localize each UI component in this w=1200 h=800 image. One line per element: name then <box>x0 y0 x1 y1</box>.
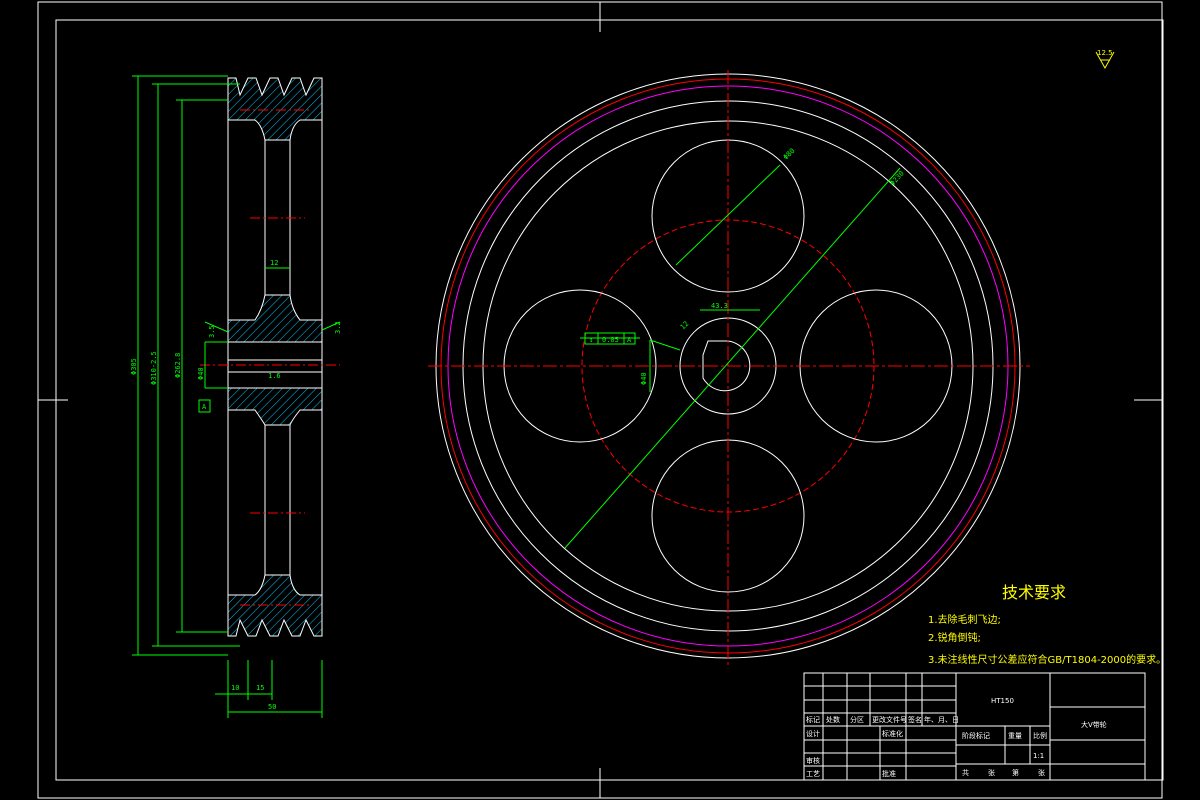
row-process: 工艺 <box>806 770 820 778</box>
approve-label: 批准 <box>882 769 896 778</box>
sheet-unit-1: 张 <box>988 768 995 777</box>
dim-groove-1: 10 <box>231 684 239 692</box>
dim-outer: Φ305 <box>130 358 138 375</box>
dim-keyway: 1.6 <box>268 372 281 380</box>
weight-label: 重量 <box>1008 732 1022 740</box>
row-review: 审核 <box>806 756 820 765</box>
tech-req-item-2: 2.锐角倒钝; <box>928 631 981 644</box>
std-label: 标准化 <box>882 729 903 738</box>
roughness-symbol: 12.5 <box>1095 49 1115 70</box>
rim-top-section <box>227 77 323 141</box>
dim-r2: 3.2 <box>334 321 342 334</box>
datum-a: A <box>202 403 207 411</box>
dim-hub: Φ262.8 <box>174 353 182 378</box>
dim-bolt-circle: Φ230 <box>889 169 906 187</box>
scale-value: 1:1 <box>1033 752 1044 760</box>
sheet-unit-2: 张 <box>1038 768 1045 777</box>
stage-label: 阶段标记 <box>962 731 990 740</box>
hdr-count: 处数 <box>826 715 840 724</box>
hub-bottom-section <box>227 387 323 426</box>
dim-hole-dia: Φ80 <box>782 147 797 162</box>
dim-total-width: 50 <box>268 703 276 711</box>
roughness-value: 12.5 <box>1097 49 1113 57</box>
hdr-doc: 更改文件号 <box>872 715 907 724</box>
tech-req-item-1: 1.去除毛刺飞边; <box>928 613 1001 626</box>
side-view: Φ305 Φ310-2.5 Φ262.8 Φ40 12 10 15 50 3.5… <box>130 75 342 718</box>
dim-bore: Φ40 <box>197 367 205 380</box>
sheet-total: 共 <box>962 768 969 777</box>
hdr-zone: 分区 <box>850 715 864 724</box>
material: HT150 <box>991 697 1014 705</box>
hdr-mark: 标记 <box>806 715 820 724</box>
dim-web: 12 <box>270 259 278 267</box>
cad-drawing-canvas: 12.5 Φ305 Φ310-2.5 Φ262.8 Φ40 12 10 15 5… <box>37 1 1166 799</box>
tol-symbol: ↕ <box>589 336 593 344</box>
dim-groove-2: 15 <box>256 684 264 692</box>
part-name: 大V带轮 <box>1081 720 1107 729</box>
dim-r1: 3.5 <box>208 325 216 338</box>
dim-key-width: 43.3 <box>711 302 728 310</box>
hub-top-section <box>227 294 323 343</box>
tol-value: 0.05 <box>602 336 619 344</box>
row-design: 设计 <box>806 729 820 738</box>
dim-hub-dia: 12 <box>679 320 691 332</box>
hdr-sign: 签名 <box>908 715 922 724</box>
hdr-date: 年、月、日 <box>924 715 959 724</box>
dim-pitch: Φ310-2.5 <box>150 351 158 385</box>
tech-req-item-3: 3.未注线性尺寸公差应符合GB/T1804-2000的要求。 <box>928 653 1166 666</box>
dim-depth: Φ40 <box>640 372 648 385</box>
tech-requirements: 技术要求 1.去除毛刺飞边; 2.锐角倒钝; 3.未注线性尺寸公差应符合GB/T… <box>928 583 1166 666</box>
tech-req-title: 技术要求 <box>1002 583 1066 602</box>
sheet-no: 第 <box>1012 768 1019 777</box>
tol-datum: A <box>627 336 632 344</box>
front-view: ↕ 0.05 A Φ80 Φ230 43.3 12 Φ40 <box>428 70 1030 665</box>
scale-label: 比例 <box>1033 731 1047 740</box>
